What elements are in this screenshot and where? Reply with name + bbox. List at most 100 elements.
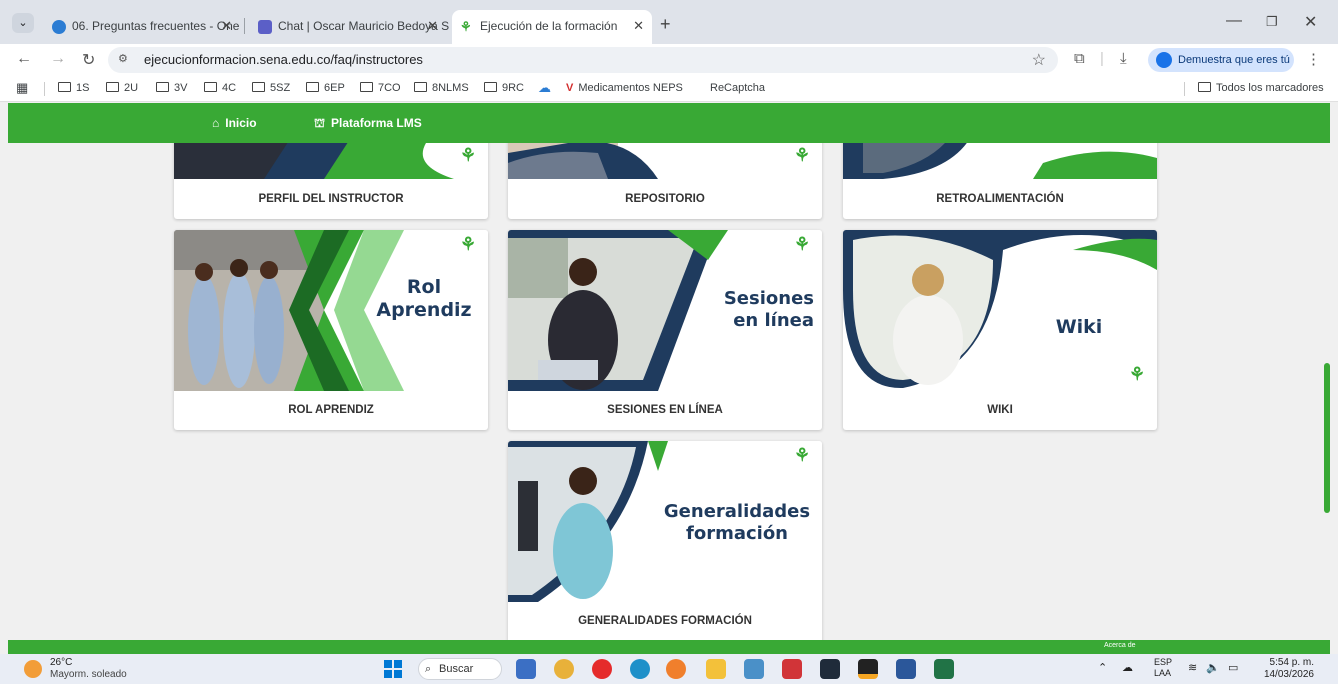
system-clock[interactable]: 5:54 p. m. 14/03/2026 <box>1258 657 1314 681</box>
back-icon[interactable]: ← <box>16 50 32 68</box>
forward-icon[interactable]: → <box>50 50 66 68</box>
sena-logo-icon: ⚘ <box>460 145 477 165</box>
lang-primary: ESP <box>1154 657 1173 667</box>
close-window-icon[interactable]: ✕ <box>1304 12 1317 32</box>
show-hidden-icons-icon[interactable]: ⌃ <box>1098 661 1107 674</box>
edge-icon[interactable] <box>630 659 650 679</box>
download-icon[interactable]: ⤓ <box>1120 50 1127 67</box>
bookmark-folder-5SZ[interactable]: 5SZ <box>252 82 290 94</box>
bookmark-recaptcha[interactable]: ReCaptcha <box>710 82 765 94</box>
app-icon-terminal[interactable] <box>858 659 878 679</box>
card-retroalimentacion[interactable]: RETROALIMENTACIÓN <box>843 143 1157 219</box>
lang-secondary: LAA <box>1154 668 1172 678</box>
weather-sun-icon[interactable] <box>24 660 42 678</box>
card-graphic <box>843 143 1157 179</box>
sena-logo-icon: ⚘ <box>460 234 477 254</box>
nav-lms-link[interactable]: ⛫ Plataforma LMS <box>314 116 422 132</box>
page-scrollbar[interactable] <box>1324 363 1330 513</box>
minimize-icon[interactable]: — <box>1226 12 1242 30</box>
language-indicator[interactable]: ESP LAA <box>1154 657 1172 679</box>
card-image: ⚘ Wiki <box>843 230 1157 391</box>
tab-search-button[interactable]: ⌄ <box>12 13 34 33</box>
close-tab-icon[interactable]: ✕ <box>633 10 644 42</box>
battery-icon[interactable]: ▭ <box>1228 661 1238 674</box>
folder-icon <box>106 82 119 92</box>
bookmark-folder-2U[interactable]: 2U <box>106 82 138 94</box>
bookmark-folder-4C[interactable]: 4C <box>204 82 236 94</box>
volume-icon[interactable]: 🔈 <box>1206 661 1220 674</box>
bookmark-label: 4C <box>222 82 237 94</box>
all-bookmarks-folder[interactable]: Todos los marcadores <box>1198 82 1324 94</box>
close-tab-icon[interactable]: ✕ <box>427 12 438 40</box>
folder-icon <box>204 82 217 92</box>
recorder-icon[interactable] <box>782 659 802 679</box>
word-icon[interactable] <box>896 659 916 679</box>
apps-icon[interactable]: ▦ <box>16 80 28 96</box>
card-caption: WIKI <box>987 404 1013 416</box>
bookmark-label: 8NLMS <box>432 82 469 94</box>
onedrive-tray-icon[interactable]: ☁ <box>1122 661 1133 674</box>
file-explorer-icon[interactable] <box>706 659 726 679</box>
bookmark-star-icon[interactable]: ☆ <box>1032 50 1046 70</box>
bookmark-medicamentos[interactable]: V Medicamentos NEPS <box>566 82 683 94</box>
windows-taskbar: 26°C Mayorm. soleado ⌕ Buscar ⌃ ☁ ESP LA… <box>0 654 1338 684</box>
card-overlay-title: Rol Aprendiz <box>376 276 472 321</box>
card-wiki[interactable]: ⚘ Wiki WIKI <box>843 230 1157 430</box>
tab-ejecucion[interactable]: ⚘ Ejecución de la formación ✕ <box>452 10 652 44</box>
menu-icon[interactable]: ⋮ <box>1306 50 1321 68</box>
folder-icon <box>1198 82 1211 92</box>
firefox-icon[interactable] <box>666 659 686 679</box>
taskbar-search[interactable]: ⌕ Buscar <box>418 658 502 680</box>
card-overlay-title: Wiki <box>1055 316 1103 338</box>
sena-favicon-icon: ⚘ <box>460 19 472 34</box>
tab-chat[interactable]: Chat | Oscar Mauricio Bedoya S ✕ <box>250 12 449 40</box>
bookmark-label: 2U <box>124 82 139 94</box>
opera-icon[interactable] <box>592 659 612 679</box>
bookmark-folder-8NLMS[interactable]: 8NLMS <box>414 82 469 94</box>
nav-home-link[interactable]: ⌂ Inicio <box>212 116 257 130</box>
card-image: ⚘ <box>174 143 488 179</box>
wifi-icon[interactable]: ≋ <box>1188 661 1197 674</box>
card-caption: SESIONES EN LÍNEA <box>607 404 723 416</box>
card-overlay-title: Generalidades formación <box>663 501 811 544</box>
onedrive-bookmark-icon[interactable]: ☁ <box>538 80 551 96</box>
address-bar[interactable]: ⚙ ejecucionformacion.sena.edu.co/faq/ins… <box>108 47 1058 73</box>
card-caption: ROL APRENDIZ <box>288 404 374 416</box>
sena-logo-icon: ⚘ <box>794 445 811 465</box>
bookmark-folder-9RC[interactable]: 9RC <box>484 82 524 94</box>
card-caption: PERFIL DEL INSTRUCTOR <box>258 193 404 205</box>
extensions-icon[interactable]: ⧉ <box>1074 50 1085 67</box>
weather-desc[interactable]: Mayorm. soleado <box>50 669 127 680</box>
excel-icon[interactable] <box>934 659 954 679</box>
card-caption: REPOSITORIO <box>625 193 705 205</box>
app-icon-1[interactable] <box>516 659 536 679</box>
profile-icon <box>1156 52 1172 68</box>
card-sesiones-en-linea[interactable]: ⚘ Sesiones en línea SESIONES EN LÍNEA <box>508 230 822 430</box>
bookmark-folder-7CO[interactable]: 7CO <box>360 82 401 94</box>
close-tab-icon[interactable]: ✕ <box>221 12 232 40</box>
bookmark-folder-3V[interactable]: 3V <box>156 82 187 94</box>
app-icon-dark[interactable] <box>820 659 840 679</box>
card-repositorio[interactable]: ⚘ REPOSITORIO <box>508 143 822 219</box>
bookmark-folder-1S[interactable]: 1S <box>58 82 89 94</box>
profile-verify-button[interactable]: Demuestra que eres tú <box>1148 48 1294 72</box>
windows-start-icon[interactable] <box>384 660 402 678</box>
notepad-icon[interactable] <box>744 659 764 679</box>
footer-acerca-link[interactable]: Acerca de <box>1104 642 1136 649</box>
card-generalidades-formacion[interactable]: ⚘ Generalidades formación GENERALIDADES … <box>508 441 822 640</box>
card-perfil-instructor[interactable]: ⚘ PERFIL DEL INSTRUCTOR <box>174 143 488 219</box>
restore-icon[interactable]: ❐ <box>1266 14 1278 30</box>
tab-preguntas[interactable]: 06. Preguntas frecuentes - One ✕ <box>44 12 240 40</box>
folder-icon <box>252 82 265 92</box>
site-navbar: ⌂ Inicio ⛫ Plataforma LMS <box>8 103 1330 143</box>
onedrive-icon <box>52 20 66 34</box>
card-rol-aprendiz[interactable]: ⚘ Rol Aprendiz ROL APRENDIZ <box>174 230 488 430</box>
chrome-icon[interactable] <box>554 659 574 679</box>
nav-lms-label: Plataforma LMS <box>331 116 422 130</box>
reload-icon[interactable]: ↻ <box>82 50 95 70</box>
site-info-icon[interactable]: ⚙ <box>118 52 128 65</box>
new-tab-button[interactable]: + <box>660 14 671 35</box>
weather-temp[interactable]: 26°C <box>50 657 72 668</box>
card-graphic <box>843 230 1157 389</box>
bookmark-folder-6EP[interactable]: 6EP <box>306 82 345 94</box>
